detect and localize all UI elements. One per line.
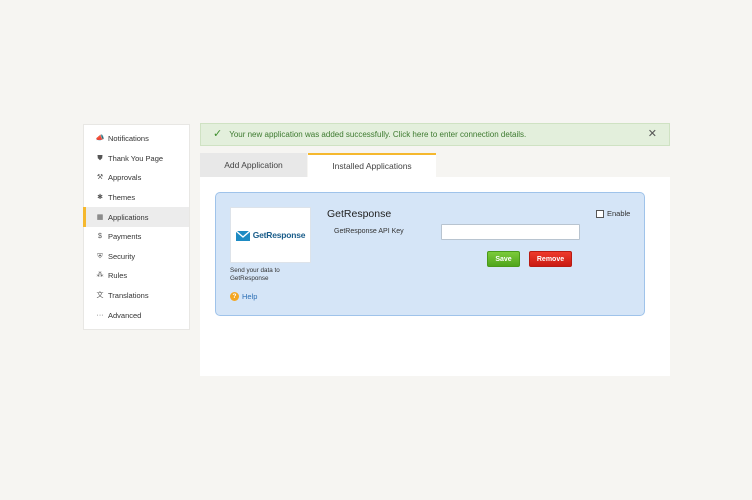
envelope-icon — [235, 230, 250, 241]
sidebar-item-rules[interactable]: ⁂ Rules — [84, 266, 189, 286]
app-logo: GetResponse — [230, 207, 311, 263]
sidebar-item-label: Thank You Page — [108, 153, 164, 163]
api-key-input[interactable] — [441, 224, 580, 240]
alert-message-link[interactable]: Your new application was added successfu… — [229, 130, 526, 139]
sidebar-item-thank-you-page[interactable]: ⛊ Thank You Page — [84, 149, 189, 169]
application-card: GetResponse Send your data to GetRespons… — [215, 192, 645, 316]
api-key-label: GetResponse API Key — [334, 228, 404, 235]
close-icon[interactable]: ✕ — [648, 129, 657, 140]
main-panel: GetResponse Send your data to GetRespons… — [200, 177, 670, 376]
help-link[interactable]: ? Help — [230, 292, 257, 301]
tab-bar: Add Application Installed Applications — [200, 153, 436, 177]
dollar-icon: $ — [98, 233, 102, 241]
sidebar-item-label: Security — [108, 251, 136, 261]
translate-icon: 文 — [96, 292, 104, 300]
megaphone-icon: 📣 — [95, 135, 105, 143]
enable-label: Enable — [607, 209, 631, 218]
enable-toggle[interactable]: Enable — [596, 209, 630, 218]
save-button[interactable]: Save — [487, 251, 520, 267]
sidebar-item-security[interactable]: ⛨ Security — [84, 247, 189, 267]
remove-button[interactable]: Remove — [529, 251, 572, 267]
sidebar-item-themes[interactable]: ✱ Themes — [84, 188, 189, 208]
app-description: Send your data to GetResponse — [230, 267, 280, 282]
ellipsis-icon: ··· — [96, 311, 104, 319]
sidebar-item-notifications[interactable]: 📣 Notifications — [84, 129, 189, 149]
sidebar-item-label: Rules — [108, 271, 128, 281]
help-icon: ? — [230, 292, 239, 301]
tab-add-application[interactable]: Add Application — [200, 153, 307, 177]
success-alert: ✓ Your new application was added success… — [200, 123, 670, 146]
sidebar: 📣 Notifications ⛊ Thank You Page ⚒ Appro… — [83, 124, 190, 330]
sidebar-item-advanced[interactable]: ··· Advanced — [84, 305, 189, 325]
tab-installed-applications[interactable]: Installed Applications — [308, 153, 436, 177]
help-label: Help — [242, 292, 258, 301]
sidebar-item-translations[interactable]: 文 Translations — [84, 286, 189, 306]
shield-check-icon: ⛨ — [97, 252, 103, 260]
sidebar-item-approvals[interactable]: ⚒ Approvals — [84, 168, 189, 188]
app-title: GetResponse — [327, 208, 392, 220]
palette-icon: ✱ — [97, 194, 103, 202]
sidebar-item-label: Notifications — [108, 134, 149, 144]
sidebar-item-label: Approvals — [108, 173, 142, 183]
sidebar-item-applications[interactable]: ▦ Applications — [83, 207, 189, 227]
sidebar-item-label: Advanced — [108, 310, 142, 320]
sidebar-item-payments[interactable]: $ Payments — [84, 227, 189, 247]
sidebar-item-label: Payments — [108, 232, 142, 242]
gavel-icon: ⚒ — [96, 174, 104, 182]
check-icon: ✓ — [213, 128, 223, 140]
sidebar-item-label: Themes — [108, 193, 136, 203]
shield-icon: ⛊ — [97, 154, 103, 162]
logo-text: GetResponse — [252, 230, 306, 240]
grid-icon: ▦ — [96, 213, 104, 221]
sidebar-item-label: Applications — [108, 212, 149, 222]
sidebar-item-label: Translations — [108, 291, 149, 301]
rules-icon: ⁂ — [96, 272, 104, 280]
enable-checkbox[interactable] — [596, 209, 604, 218]
